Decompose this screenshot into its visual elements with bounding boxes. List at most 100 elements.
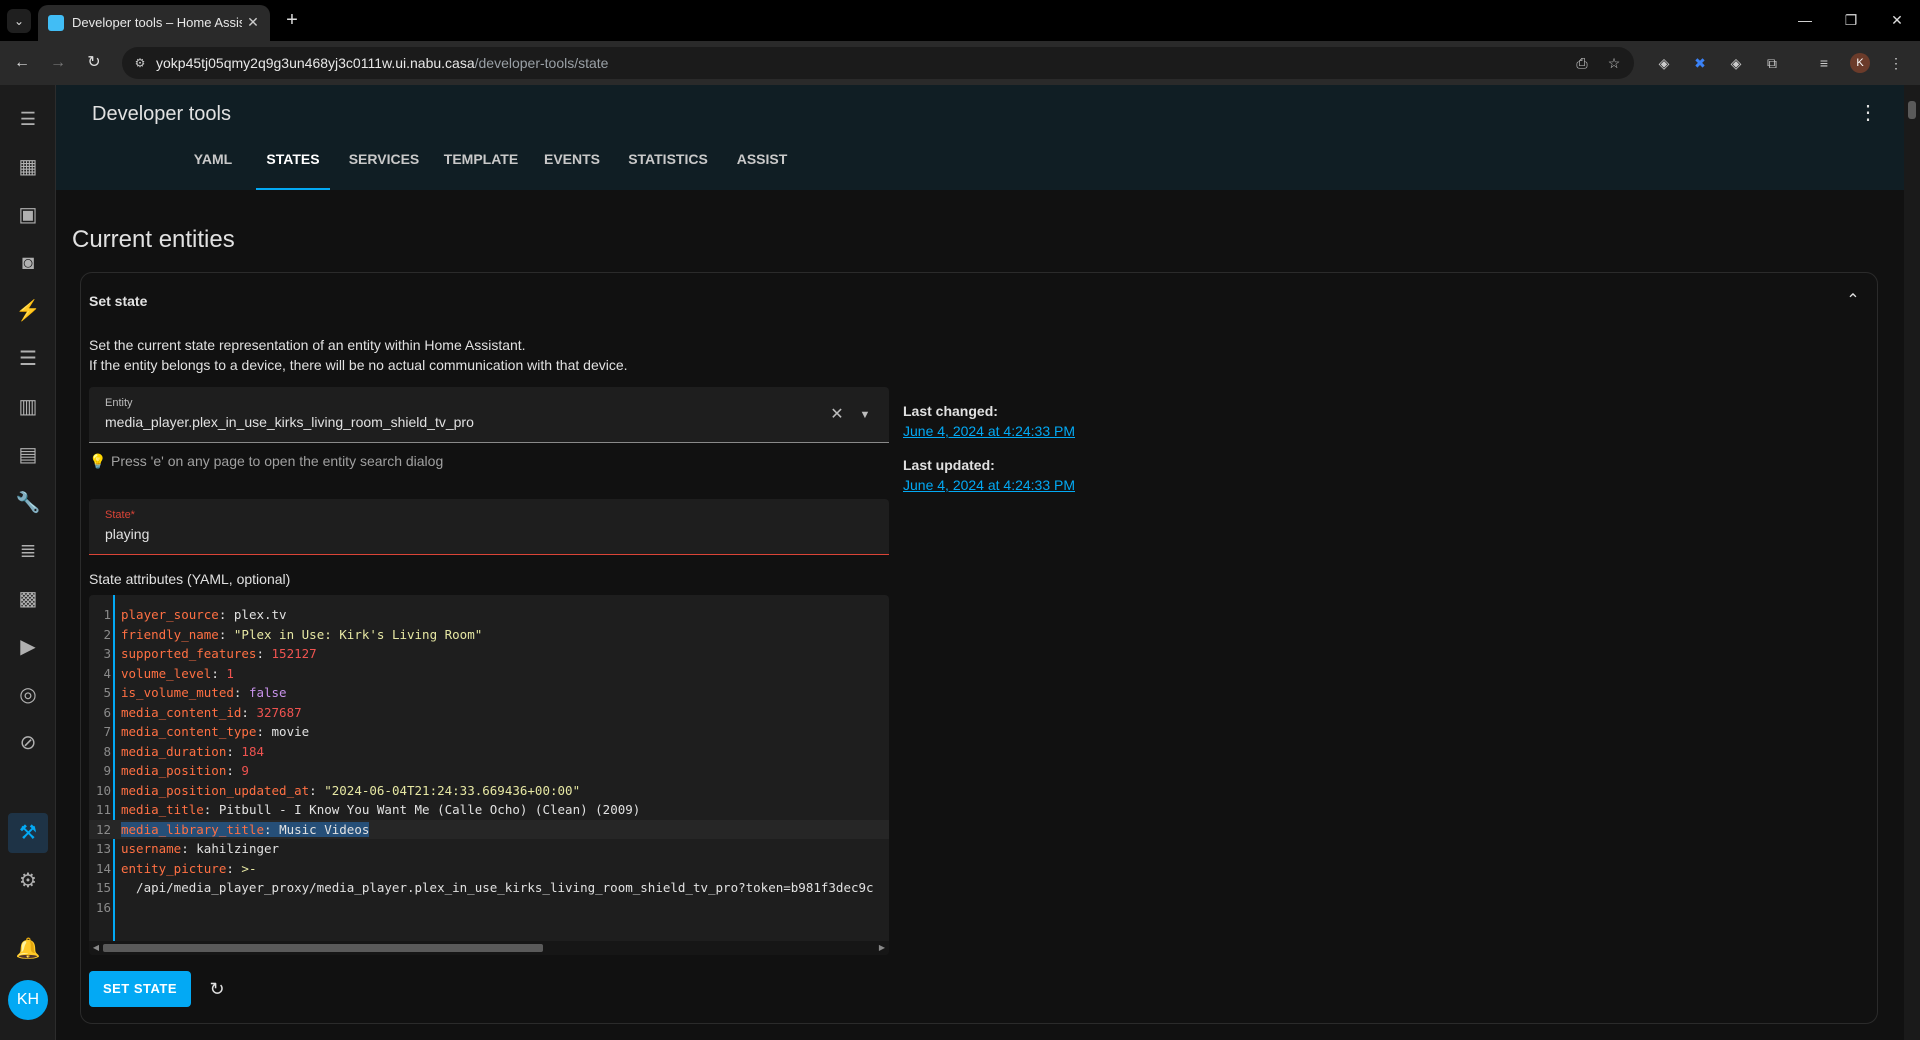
window-close-icon[interactable]: ✕	[1882, 8, 1912, 32]
sidebar-item-map[interactable]: ◙	[8, 243, 48, 283]
line-number: 11	[95, 802, 111, 817]
profile-avatar[interactable]: K	[1850, 53, 1870, 73]
state-input[interactable]: State* playing	[89, 499, 889, 555]
code-line[interactable]: 9 media_position: 9	[89, 761, 889, 781]
compass-icon: ⊘	[19, 732, 37, 754]
reload-icon[interactable]: ↻	[82, 51, 106, 75]
sidebar-item-energy[interactable]: ▣	[8, 195, 48, 235]
back-arrow-icon[interactable]: ←	[10, 51, 34, 75]
logbook-icon: ≣	[19, 540, 37, 562]
tab-statistics[interactable]: STATISTICS	[620, 134, 716, 190]
sidebar-item-notifications[interactable]: 🔔	[8, 929, 48, 969]
code-text: media_position_updated_at: "2024-06-04T2…	[121, 782, 581, 798]
home-assistant-favicon-icon	[48, 15, 64, 31]
page-scrollbar-thumb[interactable]	[1908, 101, 1916, 119]
clear-icon[interactable]: ✕	[827, 405, 847, 425]
tab-assist[interactable]: ASSIST	[728, 134, 796, 190]
sidebar-item-media[interactable]: ▶	[8, 627, 48, 667]
overflow-menu-icon[interactable]: ⋮	[1856, 101, 1880, 125]
code-line[interactable]: 10 media_position_updated_at: "2024-06-04…	[89, 781, 889, 801]
code-line[interactable]: 8 media_duration: 184	[89, 742, 889, 762]
code-line[interactable]: 16	[89, 898, 889, 918]
code-text: is_volume_muted: false	[121, 685, 287, 700]
sidebar-item-logbook[interactable]: ≣	[8, 531, 48, 571]
tab-search-chevron-icon[interactable]: ⌄	[7, 9, 31, 33]
tab-template[interactable]: TEMPLATE	[438, 134, 524, 190]
extension-2-icon[interactable]: ◈	[1724, 51, 1748, 75]
card-title[interactable]: Set state	[89, 293, 147, 309]
sidebar-item-lightning[interactable]: ⚡	[8, 291, 48, 331]
entity-picker[interactable]: Entity media_player.plex_in_use_kirks_li…	[89, 387, 889, 443]
minimize-icon[interactable]: —	[1790, 8, 1820, 32]
map-icon: ◙	[21, 252, 35, 274]
code-line[interactable]: 11 media_title: Pitbull - I Know You Want…	[89, 800, 889, 820]
code-line[interactable]: 1 player_source: plex.tv	[89, 605, 889, 625]
sidebar-item-wrench[interactable]: 🔧	[8, 483, 48, 523]
code-line[interactable]: 15 /api/media_player_proxy/media_player.…	[89, 878, 889, 898]
scroll-left-icon[interactable]: ◀	[89, 941, 103, 955]
scroll-right-icon[interactable]: ▶	[875, 941, 889, 955]
section-heading: Current entities	[72, 226, 235, 253]
code-line[interactable]: 13 username: kahilzinger	[89, 839, 889, 859]
tab-states[interactable]: STATES	[256, 134, 330, 190]
bookmark-star-icon[interactable]: ☆	[1604, 53, 1624, 73]
tab-services[interactable]: SERVICES	[344, 134, 424, 190]
horizontal-scrollbar[interactable]: ◀ ▶	[89, 941, 889, 955]
browser-tab-active[interactable]: Developer tools – Home Assista ✕	[38, 5, 270, 41]
tab-events[interactable]: EVENTS	[536, 134, 608, 190]
entity-value[interactable]: media_player.plex_in_use_kirks_living_ro…	[105, 414, 474, 430]
extension-x-icon[interactable]: ✖	[1688, 51, 1712, 75]
sidebar-item-hacs[interactable]: ▩	[8, 579, 48, 619]
sidebar-item-calendar[interactable]: ▤	[8, 435, 48, 475]
code-line[interactable]: 14 entity_picture: >-	[89, 859, 889, 879]
tab-close-icon[interactable]: ✕	[244, 13, 262, 31]
code-line[interactable]: 7 media_content_type: movie	[89, 722, 889, 742]
code-line[interactable]: 5 is_volume_muted: false	[89, 683, 889, 703]
scrollbar-thumb[interactable]	[103, 944, 543, 952]
sidebar-item-dashboard[interactable]: ▦	[8, 147, 48, 187]
forward-arrow-icon[interactable]: →	[46, 51, 70, 75]
code-line[interactable]: 2 friendly_name: "Plex in Use: Kirk's Liv…	[89, 625, 889, 645]
line-number: 6	[103, 704, 111, 720]
site-info-icon[interactable]: ⚙	[132, 55, 148, 71]
code-line[interactable]: 3 supported_features: 152127	[89, 644, 889, 664]
install-app-icon[interactable]: ⎙	[1572, 53, 1592, 73]
user-avatar[interactable]: KH	[8, 980, 48, 1020]
extension-icon[interactable]: ◈	[1652, 51, 1676, 75]
dashboard-icon: ▦	[18, 156, 38, 178]
sidebar-item-list[interactable]: ☰	[8, 339, 48, 379]
line-number: 7	[103, 724, 111, 739]
sidebar-item-history[interactable]: ▥	[8, 387, 48, 427]
url-text: yokp45tj05qmy2q9g3un468yj3c0111w.ui.nabu…	[156, 55, 609, 71]
page-scrollbar[interactable]	[1904, 85, 1920, 1040]
sidebar-item-settings[interactable]: ⚙	[8, 861, 48, 901]
chevron-up-icon[interactable]: ⌃	[1841, 289, 1865, 313]
calendar-icon: ▤	[18, 444, 38, 466]
restore-icon[interactable]: ❐	[1836, 8, 1866, 32]
browser-menu-icon[interactable]: ⋮	[1884, 51, 1908, 75]
sidebar-item-compass[interactable]: ⊘	[8, 723, 48, 763]
set-state-button[interactable]: SET STATE	[89, 971, 191, 1007]
sidebar-item-remote[interactable]: ◎	[8, 675, 48, 715]
address-bar[interactable]: ⚙ yokp45tj05qmy2q9g3un468yj3c0111w.ui.na…	[122, 47, 1634, 79]
dropdown-arrow-icon[interactable]: ▼	[855, 405, 875, 425]
extensions-puzzle-icon[interactable]: ⧉	[1760, 51, 1784, 75]
state-value[interactable]: playing	[105, 526, 149, 542]
sidebar-menu-icon[interactable]: ☰	[8, 99, 48, 139]
code-line[interactable]: 12 media_library_title: Music Videos	[89, 819, 889, 839]
list-icon: ☰	[19, 348, 37, 370]
media-controls-icon[interactable]: ≡	[1812, 51, 1836, 75]
lightbulb-icon: 💡	[89, 453, 107, 469]
code-text: username: kahilzinger	[121, 841, 280, 856]
tab-yaml[interactable]: YAML	[184, 134, 242, 190]
code-line[interactable]: 6 media_content_id: 327687	[89, 703, 889, 723]
sidebar-item-developer-tools[interactable]: ⚒	[8, 813, 48, 853]
line-number: 3	[103, 646, 111, 661]
last-changed-link[interactable]: June 4, 2024 at 4:24:33 PM	[903, 421, 1075, 441]
code-line[interactable]: 4 volume_level: 1	[89, 664, 889, 684]
last-updated-link[interactable]: June 4, 2024 at 4:24:33 PM	[903, 475, 1075, 495]
code-text: media_content_id: 327687	[121, 704, 302, 720]
new-tab-plus-icon[interactable]: +	[280, 9, 304, 33]
refresh-icon[interactable]: ↻	[205, 977, 229, 1001]
yaml-editor[interactable]: 1 player_source: plex.tv 2 friendly_name: "…	[89, 595, 889, 955]
